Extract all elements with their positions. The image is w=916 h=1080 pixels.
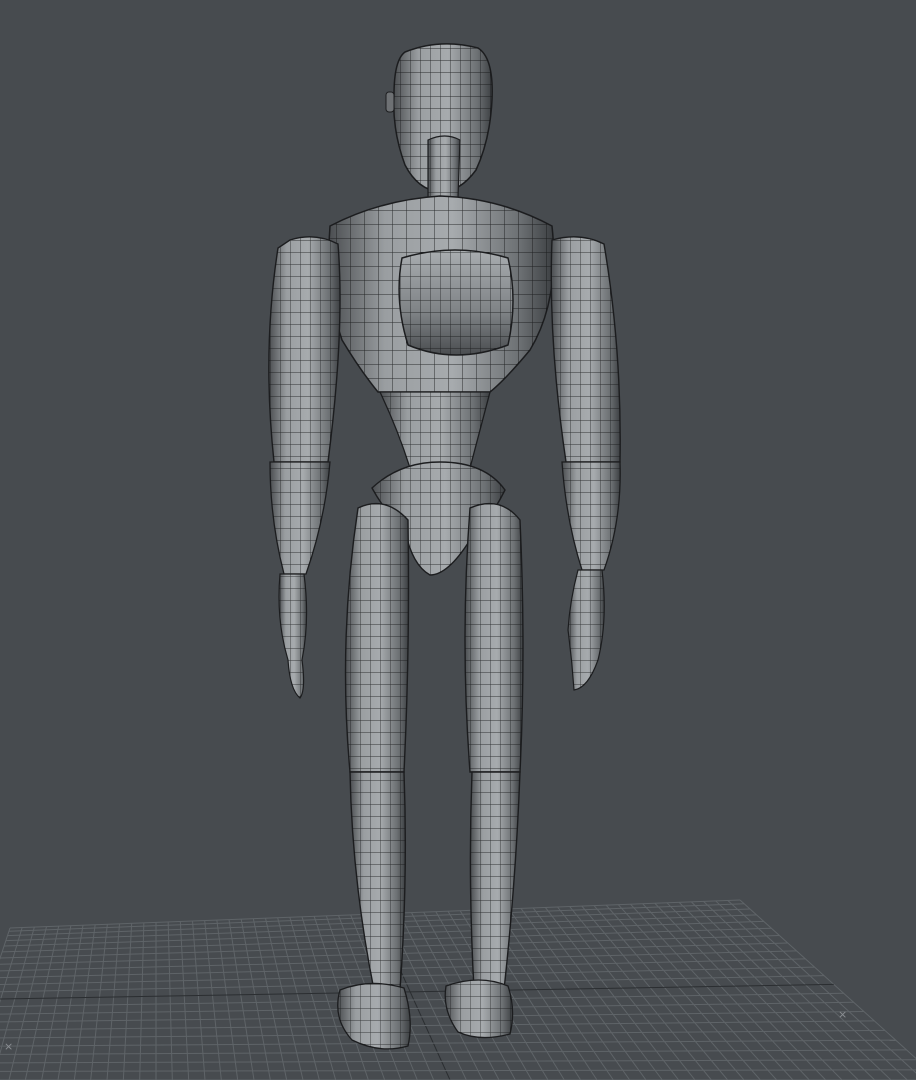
grid-line — [179, 921, 190, 1080]
svg-text:⨯: ⨯ — [4, 1040, 13, 1053]
grid-line — [216, 920, 239, 1080]
mesh-right-upper-arm[interactable] — [550, 236, 621, 463]
grid-line — [0, 1049, 907, 1055]
grid-line — [167, 921, 173, 1080]
mesh-neck[interactable] — [427, 135, 461, 203]
grid-line — [204, 920, 222, 1080]
grid-line — [139, 922, 145, 1080]
mesh-waist[interactable] — [378, 391, 491, 469]
mesh-right-foot[interactable] — [444, 979, 514, 1039]
mesh-left-upper-arm[interactable] — [268, 236, 341, 463]
grid-line — [690, 901, 876, 1080]
grid-line — [41, 925, 72, 1080]
grid-line — [106, 923, 120, 1080]
mesh-left-thigh[interactable] — [344, 502, 410, 773]
grid-line — [90, 924, 108, 1080]
3d-viewport[interactable]: ⨯ ⨯ — [0, 0, 916, 1080]
grid-line — [715, 900, 908, 1080]
mesh-left-foot[interactable] — [337, 982, 411, 1050]
x-axis-glyph-left: ⨯ — [4, 1040, 13, 1053]
grid-line — [666, 902, 843, 1080]
grid-line — [228, 919, 255, 1080]
mesh-right-shin[interactable] — [469, 771, 521, 991]
grid-line — [0, 926, 35, 1055]
grid-line — [0, 1069, 916, 1072]
grid-line — [0, 966, 815, 986]
grid-line — [192, 920, 206, 1080]
mesh-right-hand[interactable] — [567, 569, 605, 691]
grid-line — [0, 927, 23, 1004]
grid-line — [0, 927, 11, 961]
mesh-torso[interactable] — [328, 195, 555, 393]
grid-line — [0, 983, 834, 1000]
grid-line — [24, 926, 60, 1080]
viewport-canvas[interactable]: ⨯ ⨯ — [0, 0, 916, 1080]
humanoid-mesh[interactable] — [268, 43, 621, 1050]
mesh-left-hand[interactable] — [278, 573, 308, 699]
x-axis-glyph-right: ⨯ — [838, 1008, 847, 1021]
grid-line — [739, 899, 916, 1060]
grid-line — [57, 925, 84, 1080]
svg-text:⨯: ⨯ — [838, 1008, 847, 1021]
grid-line — [654, 902, 827, 1080]
mesh-left-shin[interactable] — [349, 771, 407, 991]
mesh-right-thigh[interactable] — [464, 502, 524, 773]
grid-line — [0, 975, 825, 993]
grid-line — [0, 992, 844, 1007]
grid-line — [73, 924, 96, 1080]
mesh-right-forearm[interactable] — [561, 461, 621, 571]
grid-line — [0, 1029, 885, 1039]
grid-line — [703, 901, 892, 1080]
mesh-left-forearm[interactable] — [269, 461, 331, 575]
grid-line — [122, 923, 133, 1080]
grid-line — [727, 900, 916, 1074]
